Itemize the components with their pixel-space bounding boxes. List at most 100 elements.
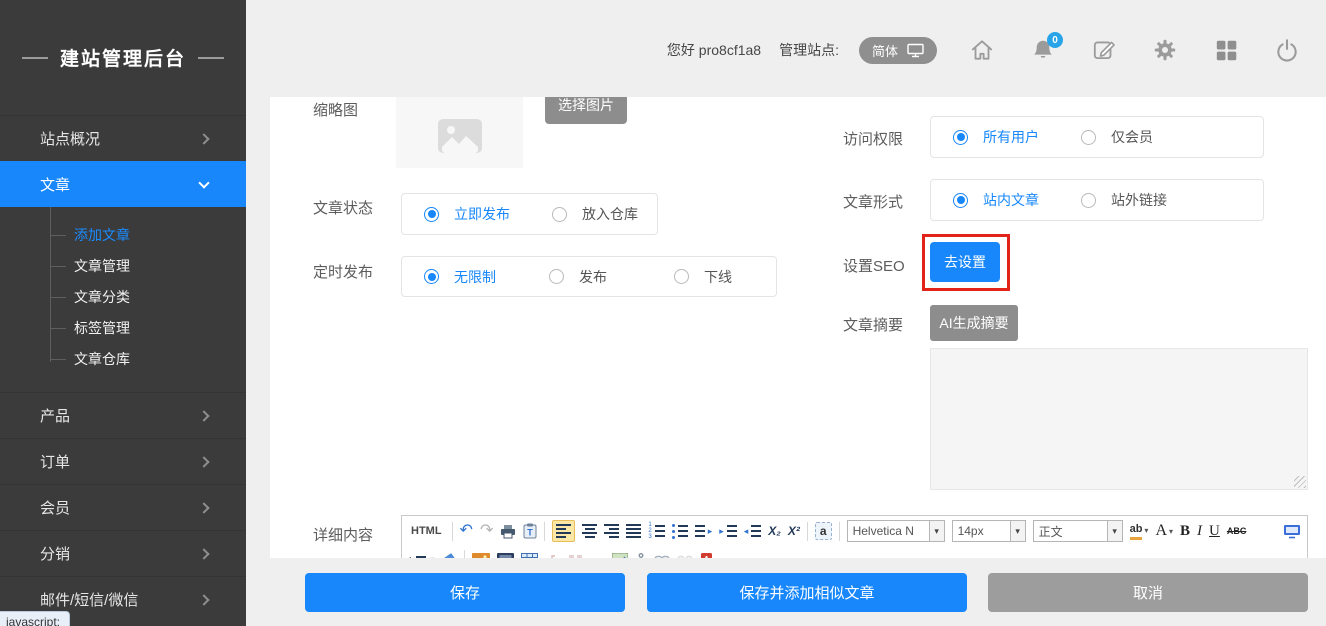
sidebar-item-distribution[interactable]: 分销 xyxy=(0,530,246,576)
radio-checked-icon[interactable] xyxy=(424,207,439,222)
access-permission-group: 所有用户 仅会员 xyxy=(930,116,1264,158)
save-button[interactable]: 保存 xyxy=(305,573,625,612)
font-family-value: Helvetica N xyxy=(848,524,929,538)
font-family-select[interactable]: Helvetica N▾ xyxy=(847,520,945,542)
radio-option-internal-article[interactable]: 站内文章 xyxy=(953,190,1081,210)
save-and-add-similar-button[interactable]: 保存并添加相似文章 xyxy=(647,573,967,612)
sidebar-item-members[interactable]: 会员 xyxy=(0,484,246,530)
radio-option-label: 立即发布 xyxy=(454,204,510,224)
submenu-item-article-category[interactable]: 文章分类 xyxy=(0,282,246,313)
link-icon[interactable] xyxy=(654,554,670,558)
superscript-button[interactable]: X² xyxy=(788,524,800,538)
ai-generate-summary-button[interactable]: AI生成摘要 xyxy=(930,305,1018,341)
underline-button[interactable]: U xyxy=(1209,523,1220,540)
radio-option-label: 站外链接 xyxy=(1111,190,1167,210)
strikethrough-button[interactable]: ABC xyxy=(1227,526,1247,536)
radio-option-offline[interactable]: 下线 xyxy=(674,267,799,287)
radio-unchecked-icon[interactable] xyxy=(552,207,567,222)
highlight-color-button[interactable]: ab▾ xyxy=(1130,522,1149,539)
paste-icon[interactable]: T xyxy=(523,523,537,539)
choose-image-button[interactable]: 选择图片 xyxy=(545,97,627,124)
radio-option-external-link[interactable]: 站外链接 xyxy=(1081,190,1209,210)
insert-map-icon[interactable] xyxy=(612,553,628,559)
subscript-button[interactable]: X₂ xyxy=(768,524,781,538)
language-site-pill[interactable]: 简体 xyxy=(859,37,937,64)
detail-content-label: 详细内容 xyxy=(313,524,373,545)
radio-option-all-users[interactable]: 所有用户 xyxy=(953,127,1081,147)
home-icon[interactable] xyxy=(969,37,995,63)
seo-setup-button[interactable]: 去设置 xyxy=(930,242,1000,282)
language-label: 简体 xyxy=(872,41,898,60)
print-icon[interactable] xyxy=(500,524,516,539)
first-line-indent-icon[interactable]: ▸ xyxy=(695,525,713,537)
brand-title: 建站管理后台 xyxy=(60,44,186,71)
unlink-icon[interactable] xyxy=(677,554,693,558)
line-height-icon[interactable]: ↕▾ xyxy=(408,555,435,559)
edit-icon[interactable] xyxy=(1091,37,1117,63)
editor-toolbar-row1: HTML ↶ ↷ T 123 ▸ ▸ ◂ X₂ X² a Helvetica N… xyxy=(402,516,1307,546)
radio-unchecked-icon[interactable] xyxy=(549,269,564,284)
eraser-icon[interactable] xyxy=(442,553,457,559)
align-left-icon[interactable] xyxy=(552,520,575,542)
submenu-item-tag-management[interactable]: 标签管理 xyxy=(0,313,246,344)
align-right-icon[interactable] xyxy=(604,524,619,538)
align-center-icon[interactable] xyxy=(582,524,597,538)
sidebar-item-articles[interactable]: 文章 xyxy=(0,161,246,207)
sidebar-item-orders[interactable]: 订单 xyxy=(0,438,246,484)
indent-icon[interactable]: ▸ xyxy=(719,525,737,537)
sidebar-item-products[interactable]: 产品 xyxy=(0,392,246,438)
radio-option-no-limit[interactable]: 无限制 xyxy=(424,267,549,287)
redo-icon[interactable]: ↷ xyxy=(480,523,493,539)
summary-textarea[interactable] xyxy=(930,348,1308,490)
power-icon[interactable] xyxy=(1274,37,1300,63)
submenu-item-article-warehouse[interactable]: 文章仓库 xyxy=(0,344,246,375)
insert-image-icon[interactable] xyxy=(472,553,490,559)
insert-table-icon[interactable] xyxy=(521,553,538,559)
justify-icon[interactable] xyxy=(626,524,641,538)
radio-checked-icon[interactable] xyxy=(953,193,968,208)
autotypeset-button[interactable]: a xyxy=(815,522,832,540)
font-size-select[interactable]: 14px▾ xyxy=(952,520,1026,542)
ordered-list-icon[interactable]: 123 xyxy=(648,522,664,540)
chevron-down-icon: ▾ xyxy=(1144,526,1148,535)
anchor-icon[interactable] xyxy=(635,553,647,559)
radio-option-members-only[interactable]: 仅会员 xyxy=(1081,127,1209,147)
radio-checked-icon[interactable] xyxy=(953,130,968,145)
radio-unchecked-icon[interactable] xyxy=(674,269,689,284)
thumbnail-placeholder[interactable] xyxy=(396,97,523,168)
radio-unchecked-icon[interactable] xyxy=(1081,193,1096,208)
attach-pdf-icon[interactable]: A xyxy=(700,552,714,558)
font-size-value: 14px xyxy=(953,524,1010,538)
radio-unchecked-icon[interactable] xyxy=(1081,130,1096,145)
preview-icon[interactable] xyxy=(1283,524,1301,539)
radio-option-to-warehouse[interactable]: 放入仓库 xyxy=(552,204,680,224)
radio-option-publish-now[interactable]: 立即发布 xyxy=(424,204,552,224)
bell-icon[interactable]: 0 xyxy=(1030,37,1056,63)
browser-status-tooltip: javascript: xyxy=(0,611,70,626)
undo-icon[interactable]: ↶ xyxy=(460,523,473,539)
submenu-item-article-management[interactable]: 文章管理 xyxy=(0,251,246,282)
paragraph-format-select[interactable]: 正文▾ xyxy=(1033,520,1123,542)
bold-button[interactable]: B xyxy=(1180,523,1190,540)
insert-video-icon[interactable] xyxy=(497,553,514,559)
italic-button[interactable]: I xyxy=(1197,523,1202,540)
submenu-item-add-article[interactable]: 添加文章 xyxy=(0,220,246,251)
outdent-icon[interactable]: ◂ xyxy=(744,525,762,537)
radio-option-publish[interactable]: 发布 xyxy=(549,267,674,287)
thumbnail-label: 缩略图 xyxy=(313,99,358,120)
gear-icon[interactable] xyxy=(1152,37,1178,63)
sidebar-item-site-overview[interactable]: 站点概况 xyxy=(0,115,246,161)
sidebar-item-label: 站点概况 xyxy=(40,128,100,149)
font-color-glyph: A xyxy=(1155,523,1167,539)
unordered-list-icon[interactable] xyxy=(672,523,688,539)
cancel-button[interactable]: 取消 xyxy=(988,573,1308,612)
apps-grid-icon[interactable] xyxy=(1213,37,1239,63)
pagebreak-icon[interactable] xyxy=(545,553,561,558)
radio-checked-icon[interactable] xyxy=(424,269,439,284)
radio-option-label: 无限制 xyxy=(454,267,496,287)
merge-cells-icon[interactable] xyxy=(568,553,583,558)
font-color-button[interactable]: A▾ xyxy=(1155,523,1173,539)
html-source-button[interactable]: HTML xyxy=(408,525,445,537)
sidebar-item-label: 文章 xyxy=(40,174,70,195)
radio-option-label: 放入仓库 xyxy=(582,204,638,224)
